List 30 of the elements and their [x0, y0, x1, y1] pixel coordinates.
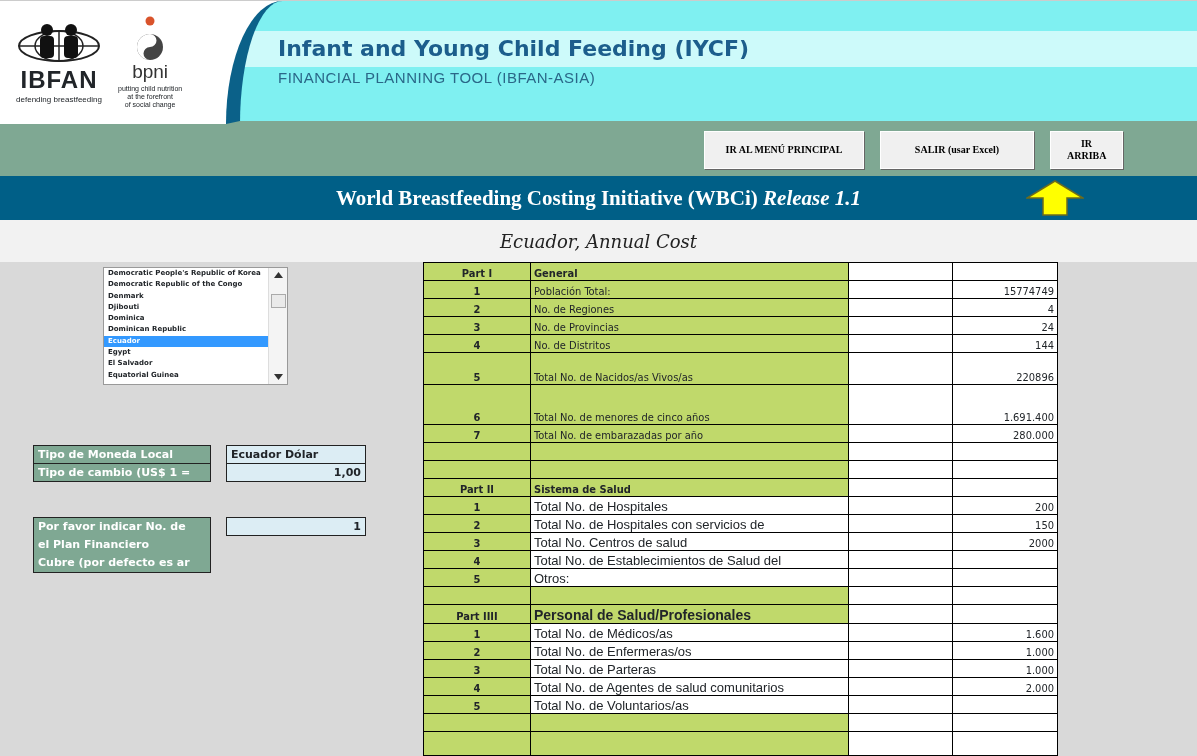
nav-button[interactable]: IR ARRIBA — [1050, 131, 1123, 169]
globe-logo-icon — [16, 21, 102, 64]
field-label: Por favor indicar No. de — [37, 519, 187, 535]
field-label: Tipo de cambio (US$ 1 = — [33, 463, 211, 482]
table-cell: Part I — [423, 262, 531, 281]
app-subtitle: FINANCIAL PLANNING TOOL (IBFAN-ASIA) — [278, 69, 597, 86]
app-title: Infant and Young Child Feeding (IYCF) — [278, 36, 751, 61]
up-arrow-icon[interactable] — [1026, 180, 1085, 216]
input-field[interactable]: 1 — [226, 517, 366, 536]
input-field[interactable]: 1,00 — [226, 463, 366, 482]
logo-text: IBFAN — [20, 67, 98, 92]
logo-tagline: defending breastfeeding — [16, 95, 102, 104]
table-cell: 6 — [423, 384, 531, 425]
nav-button[interactable]: SALIR (usar Excel) — [880, 131, 1034, 169]
field-label: el Plan Financiero — [37, 537, 151, 553]
scrollbar-thumb[interactable] — [270, 294, 286, 308]
scroll-down-icon[interactable] — [273, 374, 283, 380]
banner-title: World Breastfeeding Costing Initiative (WBCi) Release 1.1 — [335, 185, 862, 211]
table-cell: Total No. de Nacidos/as Vivos/as — [530, 352, 849, 385]
field-label: Cubre (por defecto es ar — [37, 555, 191, 571]
table-cell: 5 — [423, 352, 531, 385]
table-cell: General — [530, 262, 849, 281]
table-cell: Total No. de menores de cinco años — [530, 384, 849, 425]
table-cell: 1.691.400 — [952, 384, 1058, 425]
yin-yang-logo-icon — [136, 16, 165, 63]
sheet-subtitle: Ecuador, Annual Cost — [499, 230, 697, 252]
nav-button[interactable]: IR AL MENÚ PRINCIPAL — [704, 131, 864, 169]
logo-text: bpni — [132, 62, 169, 82]
table-cell: 220896 — [952, 352, 1058, 385]
scroll-up-icon[interactable] — [273, 272, 283, 278]
